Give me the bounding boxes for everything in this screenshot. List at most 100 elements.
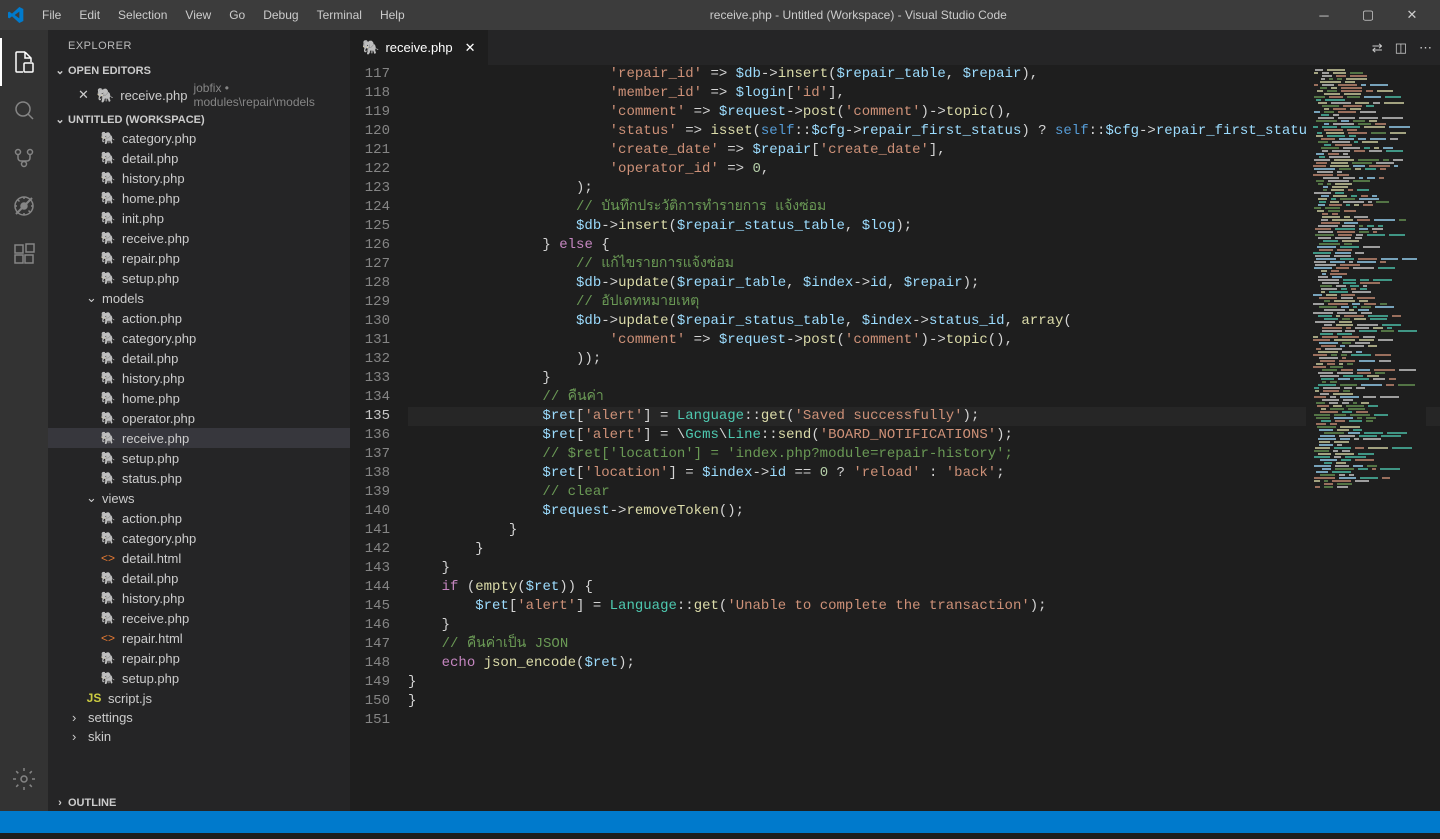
tree-item[interactable]: 🐘repair.php bbox=[48, 248, 350, 268]
tree-item[interactable]: 🐘status.php bbox=[48, 468, 350, 488]
tree-item[interactable]: <>detail.html bbox=[48, 548, 350, 568]
vscode-logo-icon bbox=[8, 7, 24, 23]
statusbar bbox=[0, 811, 1440, 833]
php-file-icon: 🐘 bbox=[100, 450, 116, 466]
tree-item[interactable]: 🐘category.php bbox=[48, 328, 350, 348]
editor-body[interactable]: 1171181191201211221231241251261271281291… bbox=[350, 65, 1440, 811]
chevron-down-icon: ⌄ bbox=[86, 290, 102, 306]
menu-terminal[interactable]: Terminal bbox=[309, 4, 370, 26]
php-file-icon: 🐘 bbox=[100, 510, 116, 526]
code-content[interactable]: 'repair_id' => $db->insert($repair_table… bbox=[408, 65, 1440, 811]
chevron-right-icon: › bbox=[72, 729, 88, 744]
window-controls: ─ ▢ ✕ bbox=[1304, 0, 1432, 30]
open-editors-header[interactable]: ⌄ Open Editors bbox=[48, 62, 350, 79]
tree-item[interactable]: 🐘detail.php bbox=[48, 148, 350, 168]
php-file-icon: 🐘 bbox=[100, 530, 116, 546]
php-file-icon: 🐘 bbox=[100, 470, 116, 486]
menu-debug[interactable]: Debug bbox=[255, 4, 306, 26]
tree-item[interactable]: 🐘history.php bbox=[48, 588, 350, 608]
php-file-icon: 🐘 bbox=[100, 390, 116, 406]
sidebar-title: Explorer bbox=[48, 30, 350, 62]
php-file-icon: 🐘 bbox=[100, 210, 116, 226]
chevron-down-icon: ⌄ bbox=[86, 490, 102, 506]
js-file-icon: JS bbox=[86, 690, 102, 706]
menu-go[interactable]: Go bbox=[221, 4, 253, 26]
activitybar bbox=[0, 30, 48, 811]
tree-item[interactable]: 🐘category.php bbox=[48, 128, 350, 148]
tree-item[interactable]: 🐘history.php bbox=[48, 368, 350, 388]
tree-item[interactable]: 🐘repair.php bbox=[48, 648, 350, 668]
file-tree[interactable]: 🐘category.php🐘detail.php🐘history.php🐘hom… bbox=[48, 128, 350, 795]
tree-item[interactable]: 🐘detail.php bbox=[48, 348, 350, 368]
php-file-icon: 🐘 bbox=[100, 650, 116, 666]
workspace-header[interactable]: ⌄ Untitled (Workspace) bbox=[48, 111, 350, 128]
tree-item[interactable]: 🐘category.php bbox=[48, 528, 350, 548]
php-file-icon: 🐘 bbox=[100, 150, 116, 166]
split-editor-icon[interactable]: ◫ bbox=[1395, 40, 1407, 56]
php-file-icon: 🐘 bbox=[100, 570, 116, 586]
php-file-icon: 🐘 bbox=[100, 310, 116, 326]
tree-item[interactable]: ›skin bbox=[48, 727, 350, 746]
php-file-icon: 🐘 bbox=[100, 270, 116, 286]
more-icon[interactable]: ⋯ bbox=[1419, 40, 1432, 56]
tree-item[interactable]: 🐘receive.php bbox=[48, 228, 350, 248]
tab-actions: ⇄ ◫ ⋯ bbox=[1372, 30, 1440, 65]
html-file-icon: <> bbox=[100, 630, 116, 646]
php-file-icon: 🐘 bbox=[100, 190, 116, 206]
maximize-button[interactable]: ▢ bbox=[1348, 0, 1388, 30]
minimize-button[interactable]: ─ bbox=[1304, 0, 1344, 30]
php-file-icon: 🐘 bbox=[100, 170, 116, 186]
php-file-icon: 🐘 bbox=[100, 430, 116, 446]
editor-area: 🐘 receive.php ✕ ⇄ ◫ ⋯ 117118119120121122… bbox=[350, 30, 1440, 811]
tree-item[interactable]: 🐘action.php bbox=[48, 308, 350, 328]
outline-header[interactable]: › Outline bbox=[48, 795, 350, 811]
menu-edit[interactable]: Edit bbox=[71, 4, 108, 26]
compare-icon[interactable]: ⇄ bbox=[1372, 40, 1383, 56]
tree-item[interactable]: JSscript.js bbox=[48, 688, 350, 708]
tree-item[interactable]: 🐘init.php bbox=[48, 208, 350, 228]
tree-item[interactable]: 🐘detail.php bbox=[48, 568, 350, 588]
tab-receive-php[interactable]: 🐘 receive.php ✕ bbox=[350, 30, 489, 65]
php-file-icon: 🐘 bbox=[100, 370, 116, 386]
tree-item[interactable]: 🐘home.php bbox=[48, 188, 350, 208]
tree-item[interactable]: 🐘receive.php bbox=[48, 428, 350, 448]
menu-file[interactable]: File bbox=[34, 4, 69, 26]
php-file-icon: 🐘 bbox=[100, 230, 116, 246]
tree-item[interactable]: 🐘receive.php bbox=[48, 608, 350, 628]
line-number-gutter: 1171181191201211221231241251261271281291… bbox=[350, 65, 408, 811]
settings-gear-icon[interactable] bbox=[0, 755, 48, 803]
open-editor-item[interactable]: ✕ 🐘 receive.php jobfix • modules\repair\… bbox=[48, 79, 350, 111]
tree-item[interactable]: <>repair.html bbox=[48, 628, 350, 648]
close-icon[interactable]: ✕ bbox=[465, 40, 476, 56]
window-title: receive.php - Untitled (Workspace) - Vis… bbox=[413, 8, 1304, 22]
extensions-icon[interactable] bbox=[0, 230, 48, 278]
php-file-icon: 🐘 bbox=[100, 610, 116, 626]
tree-item[interactable]: 🐘setup.php bbox=[48, 268, 350, 288]
tree-item[interactable]: 🐘action.php bbox=[48, 508, 350, 528]
php-file-icon: 🐘 bbox=[100, 330, 116, 346]
menu-view[interactable]: View bbox=[177, 4, 219, 26]
tree-item[interactable]: ⌄views bbox=[48, 488, 350, 508]
php-file-icon: 🐘 bbox=[100, 250, 116, 266]
tree-item[interactable]: ›settings bbox=[48, 708, 350, 727]
search-icon[interactable] bbox=[0, 86, 48, 134]
debug-icon[interactable] bbox=[0, 182, 48, 230]
php-file-icon: 🐘 bbox=[100, 130, 116, 146]
minimap[interactable] bbox=[1306, 65, 1426, 811]
tree-item[interactable]: 🐘history.php bbox=[48, 168, 350, 188]
close-button[interactable]: ✕ bbox=[1392, 0, 1432, 30]
tree-item[interactable]: 🐘setup.php bbox=[48, 668, 350, 688]
tree-item[interactable]: 🐘home.php bbox=[48, 388, 350, 408]
explorer-icon[interactable] bbox=[0, 38, 48, 86]
close-icon[interactable]: ✕ bbox=[78, 87, 91, 103]
tree-item[interactable]: 🐘setup.php bbox=[48, 448, 350, 468]
chevron-right-icon: › bbox=[72, 710, 88, 725]
php-file-icon: 🐘 bbox=[100, 590, 116, 606]
tree-item[interactable]: 🐘operator.php bbox=[48, 408, 350, 428]
menu-help[interactable]: Help bbox=[372, 4, 413, 26]
chevron-down-icon: ⌄ bbox=[52, 64, 68, 77]
menu-selection[interactable]: Selection bbox=[110, 4, 175, 26]
tree-item[interactable]: ⌄models bbox=[48, 288, 350, 308]
php-file-icon: 🐘 bbox=[97, 87, 114, 104]
source-control-icon[interactable] bbox=[0, 134, 48, 182]
